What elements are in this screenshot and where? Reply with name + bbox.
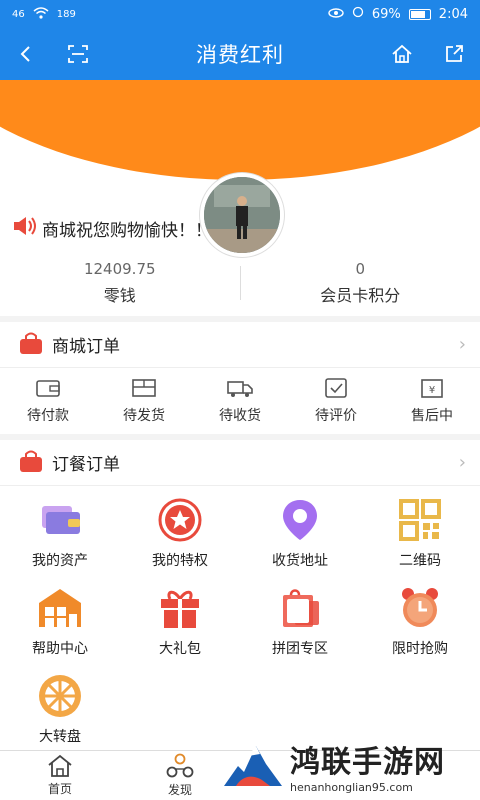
- order-pending-review[interactable]: 待评价: [288, 377, 384, 425]
- home-button[interactable]: [376, 28, 428, 80]
- grid-label: 我的特权: [152, 553, 208, 569]
- battery-percent: 69%: [371, 6, 401, 22]
- grid-item-assets[interactable]: 我的资产: [0, 496, 120, 584]
- share-button[interactable]: [428, 28, 480, 80]
- wifi-icon: [33, 6, 49, 22]
- review-icon: [325, 378, 347, 398]
- balance-summary: 12409.75 零钱 0 会员卡积分: [0, 250, 480, 316]
- grid-item-address[interactable]: 收货地址: [240, 496, 360, 584]
- balance-value: 12409.75: [83, 260, 156, 278]
- points-label: 会员卡积分: [320, 286, 401, 305]
- watermark-title: 鸿联手游网: [290, 744, 445, 780]
- grid-item-privileges[interactable]: 我的特权: [120, 496, 240, 584]
- shopping-bag-icon: [18, 449, 44, 477]
- refund-icon: ¥: [421, 379, 443, 398]
- watermark-url: henanhonglian95.com: [290, 780, 413, 794]
- order-pending-payment[interactable]: 待付款: [0, 377, 96, 425]
- mall-orders-title: 商城订单: [52, 337, 120, 357]
- order-after-sale[interactable]: ¥ 售后中: [384, 377, 480, 425]
- mall-orders-status: 待付款 待发货 待收货 待评价 ¥ 售后中: [0, 368, 480, 434]
- grid-label: 大礼包: [159, 641, 201, 657]
- tab-home[interactable]: 首页: [0, 751, 120, 800]
- building-icon: [36, 584, 84, 632]
- wallet-icon: [36, 380, 60, 397]
- grid-item-group-buy[interactable]: 拼团专区: [240, 584, 360, 672]
- chevron-right-icon: ›: [458, 452, 466, 473]
- truck-icon: [227, 381, 253, 397]
- balance-label: 零钱: [103, 286, 136, 305]
- home-icon: [48, 754, 72, 777]
- order-label: 待付款: [27, 408, 69, 424]
- eye-icon: [328, 7, 344, 22]
- balance-points[interactable]: 0 会员卡积分: [241, 250, 480, 316]
- grid-label: 限时抢购: [392, 641, 448, 657]
- battery-icon: [408, 8, 431, 20]
- order-label: 待发货: [123, 408, 165, 424]
- speaker-icon: [12, 215, 42, 242]
- order-label: 售后中: [411, 408, 453, 424]
- grid-label: 拼团专区: [272, 641, 328, 657]
- signal-label: 46: [12, 8, 25, 20]
- grid-item-wheel[interactable]: 大转盘: [0, 672, 120, 760]
- alarm-clock-icon: [396, 584, 444, 632]
- scan-button[interactable]: [52, 28, 104, 80]
- alarm-status-icon: [352, 6, 364, 22]
- wheel-icon: [36, 672, 84, 720]
- grid-label: 大转盘: [39, 729, 81, 745]
- location-pin-icon: [276, 496, 324, 544]
- order-label: 待收货: [219, 408, 261, 424]
- tab-label: 发现: [167, 783, 192, 797]
- watermark-logo: [224, 746, 282, 786]
- chevron-right-icon: ›: [458, 334, 466, 355]
- wallet-card-icon: [36, 496, 84, 544]
- tab-label: 首页: [47, 782, 72, 796]
- tag-icon: [276, 584, 324, 632]
- box-icon: [132, 379, 156, 397]
- status-time: 2:04: [438, 6, 468, 22]
- mall-orders-row[interactable]: 商城订单 ›: [0, 322, 480, 368]
- balance-change[interactable]: 12409.75 零钱: [0, 250, 240, 316]
- gift-icon: [156, 584, 204, 632]
- star-badge-icon: [156, 496, 204, 544]
- grid-label: 收货地址: [272, 553, 328, 569]
- order-pending-receipt[interactable]: 待收货: [192, 377, 288, 425]
- grid-label: 帮助中心: [32, 641, 88, 657]
- app-header: 消费红利: [0, 28, 480, 80]
- feature-grid: 我的资产 我的特权 收货地址 二维码 帮助中心 大礼包 拼团专区 限时抢购 大转…: [0, 486, 480, 760]
- network-speed-label: 189: [56, 8, 76, 20]
- order-label: 待评价: [315, 408, 357, 424]
- back-button[interactable]: [0, 28, 52, 80]
- shopping-bag-icon: [18, 331, 44, 359]
- status-bar: 46 189 69% 2:04: [0, 0, 480, 28]
- points-value: 0: [355, 260, 366, 278]
- qr-code-icon: [396, 496, 444, 544]
- grid-item-gift[interactable]: 大礼包: [120, 584, 240, 672]
- meal-orders-row[interactable]: 订餐订单 ›: [0, 440, 480, 486]
- order-pending-shipment[interactable]: 待发货: [96, 377, 192, 425]
- grid-label: 二维码: [399, 553, 441, 569]
- grid-item-flash-sale[interactable]: 限时抢购: [360, 584, 480, 672]
- avatar[interactable]: [200, 173, 284, 257]
- grid-label: 我的资产: [32, 553, 88, 569]
- grid-item-qrcode[interactable]: 二维码: [360, 496, 480, 584]
- watermark: 鸿联手游网 henanhonglian95.com: [222, 734, 472, 796]
- meal-orders-title: 订餐订单: [52, 455, 120, 475]
- discover-icon: [166, 753, 194, 778]
- grid-item-help[interactable]: 帮助中心: [0, 584, 120, 672]
- svg-text:¥: ¥: [429, 385, 435, 396]
